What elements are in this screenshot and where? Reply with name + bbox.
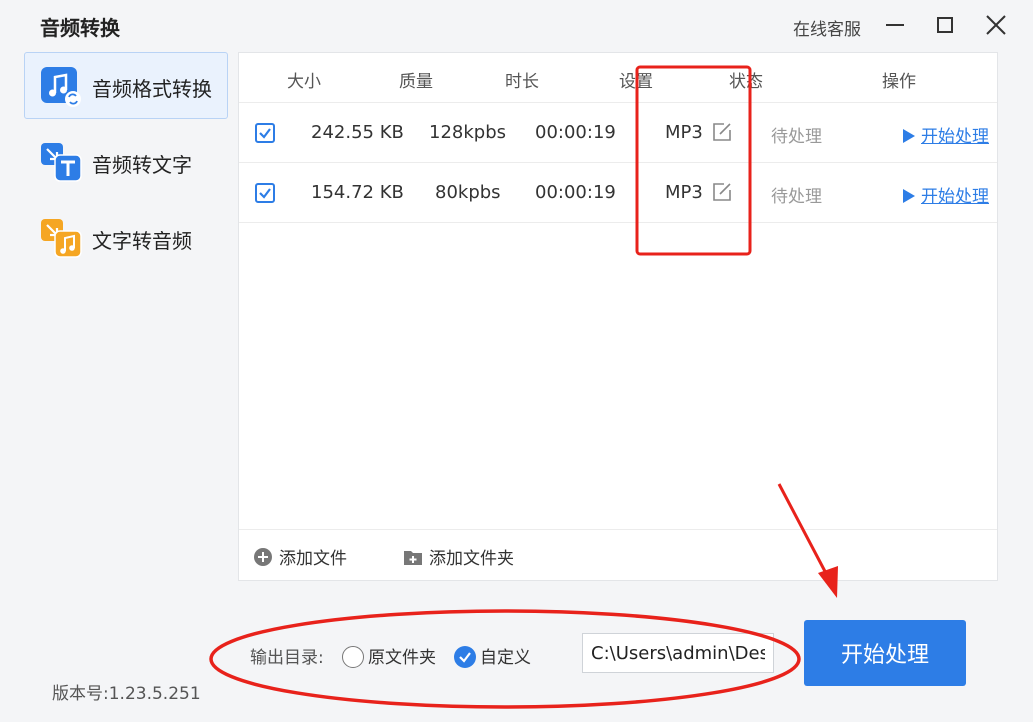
plus-circle-icon: [254, 548, 272, 566]
play-icon: [903, 189, 915, 203]
file-quality: 128kpbs: [429, 122, 507, 143]
start-process-link[interactable]: 开始处理: [903, 122, 989, 147]
status-badge: 待处理: [771, 187, 822, 207]
app-title: 音频转换: [40, 16, 120, 40]
text-to-audio-icon: [41, 219, 82, 258]
audio-to-text-icon: [41, 143, 82, 182]
radio-label: 原文件夹: [368, 648, 436, 668]
radio-unchecked-icon: [342, 646, 364, 668]
maximize-button[interactable]: [930, 10, 960, 40]
online-service-link[interactable]: 在线客服: [793, 15, 861, 40]
sidebar-item-text-to-audio[interactable]: 文字转音频: [24, 204, 228, 271]
play-icon: [903, 129, 915, 143]
sidebar-item-audio-format-convert[interactable]: 音频格式转换: [24, 52, 228, 119]
file-duration: 00:00:19: [535, 182, 616, 203]
output-directory-label: 输出目录:: [250, 648, 324, 668]
sidebar-item-label: 文字转音频: [92, 229, 192, 253]
output-format[interactable]: MP3: [665, 122, 703, 143]
table-row: 242.55 KB 128kpbs 00:00:19 MP3 待处理 开始处理: [239, 103, 997, 163]
file-quality: 80kpbs: [435, 182, 501, 203]
start-process-button[interactable]: 开始处理: [804, 620, 966, 686]
edit-icon[interactable]: [711, 181, 733, 203]
start-process-label: 开始处理: [921, 187, 989, 207]
radio-checked-icon: [454, 646, 476, 668]
output-path-input[interactable]: [582, 633, 774, 673]
header-status: 状态: [729, 72, 763, 92]
file-size: 154.72 KB: [311, 182, 404, 203]
maximize-icon: [937, 17, 953, 33]
minimize-button[interactable]: [880, 10, 910, 40]
add-folder-button[interactable]: 添加文件夹: [403, 544, 514, 569]
file-size: 242.55 KB: [311, 122, 404, 143]
minimize-icon: [886, 24, 904, 26]
sidebar: 音频格式转换 音频转文字 文字转音频: [24, 52, 228, 280]
header-settings: 设置: [619, 72, 653, 92]
header-duration: 时长: [505, 72, 539, 92]
start-process-label: 开始处理: [921, 127, 989, 147]
output-format[interactable]: MP3: [665, 182, 703, 203]
close-button[interactable]: [981, 10, 1011, 40]
music-convert-icon: [41, 67, 81, 107]
row-checkbox[interactable]: [255, 183, 275, 203]
table-row: 154.72 KB 80kpbs 00:00:19 MP3 待处理 开始处理: [239, 163, 997, 223]
header-size: 大小: [287, 72, 321, 92]
header-quality: 质量: [399, 72, 433, 92]
version-label: 版本号:1.23.5.251: [52, 684, 201, 704]
file-list-panel: 大小 质量 时长 设置 状态 操作 242.55 KB 128kpbs 00:0…: [238, 52, 998, 581]
add-file-label: 添加文件: [279, 549, 347, 569]
start-process-link[interactable]: 开始处理: [903, 182, 989, 207]
folder-plus-icon: [404, 551, 422, 565]
sidebar-item-audio-to-text[interactable]: 音频转文字: [24, 128, 228, 195]
close-icon: [986, 15, 1006, 35]
checkmark-icon: [259, 128, 271, 139]
edit-icon[interactable]: [711, 121, 733, 143]
radio-label: 自定义: [480, 648, 531, 668]
add-file-button[interactable]: 添加文件: [253, 544, 347, 569]
header-action: 操作: [882, 72, 916, 92]
row-checkbox[interactable]: [255, 123, 275, 143]
status-badge: 待处理: [771, 127, 822, 147]
sidebar-item-label: 音频格式转换: [92, 77, 212, 101]
radio-original-folder[interactable]: 原文件夹: [342, 643, 436, 668]
checkmark-icon: [259, 188, 271, 199]
panel-footer: 添加文件 添加文件夹: [239, 529, 997, 580]
table-header: 大小 质量 时长 设置 状态 操作: [239, 53, 997, 103]
radio-custom-folder[interactable]: 自定义: [454, 643, 531, 668]
add-folder-label: 添加文件夹: [429, 549, 514, 569]
title-bar: 音频转换 在线客服: [0, 0, 1033, 52]
file-duration: 00:00:19: [535, 122, 616, 143]
sidebar-item-label: 音频转文字: [92, 153, 192, 177]
